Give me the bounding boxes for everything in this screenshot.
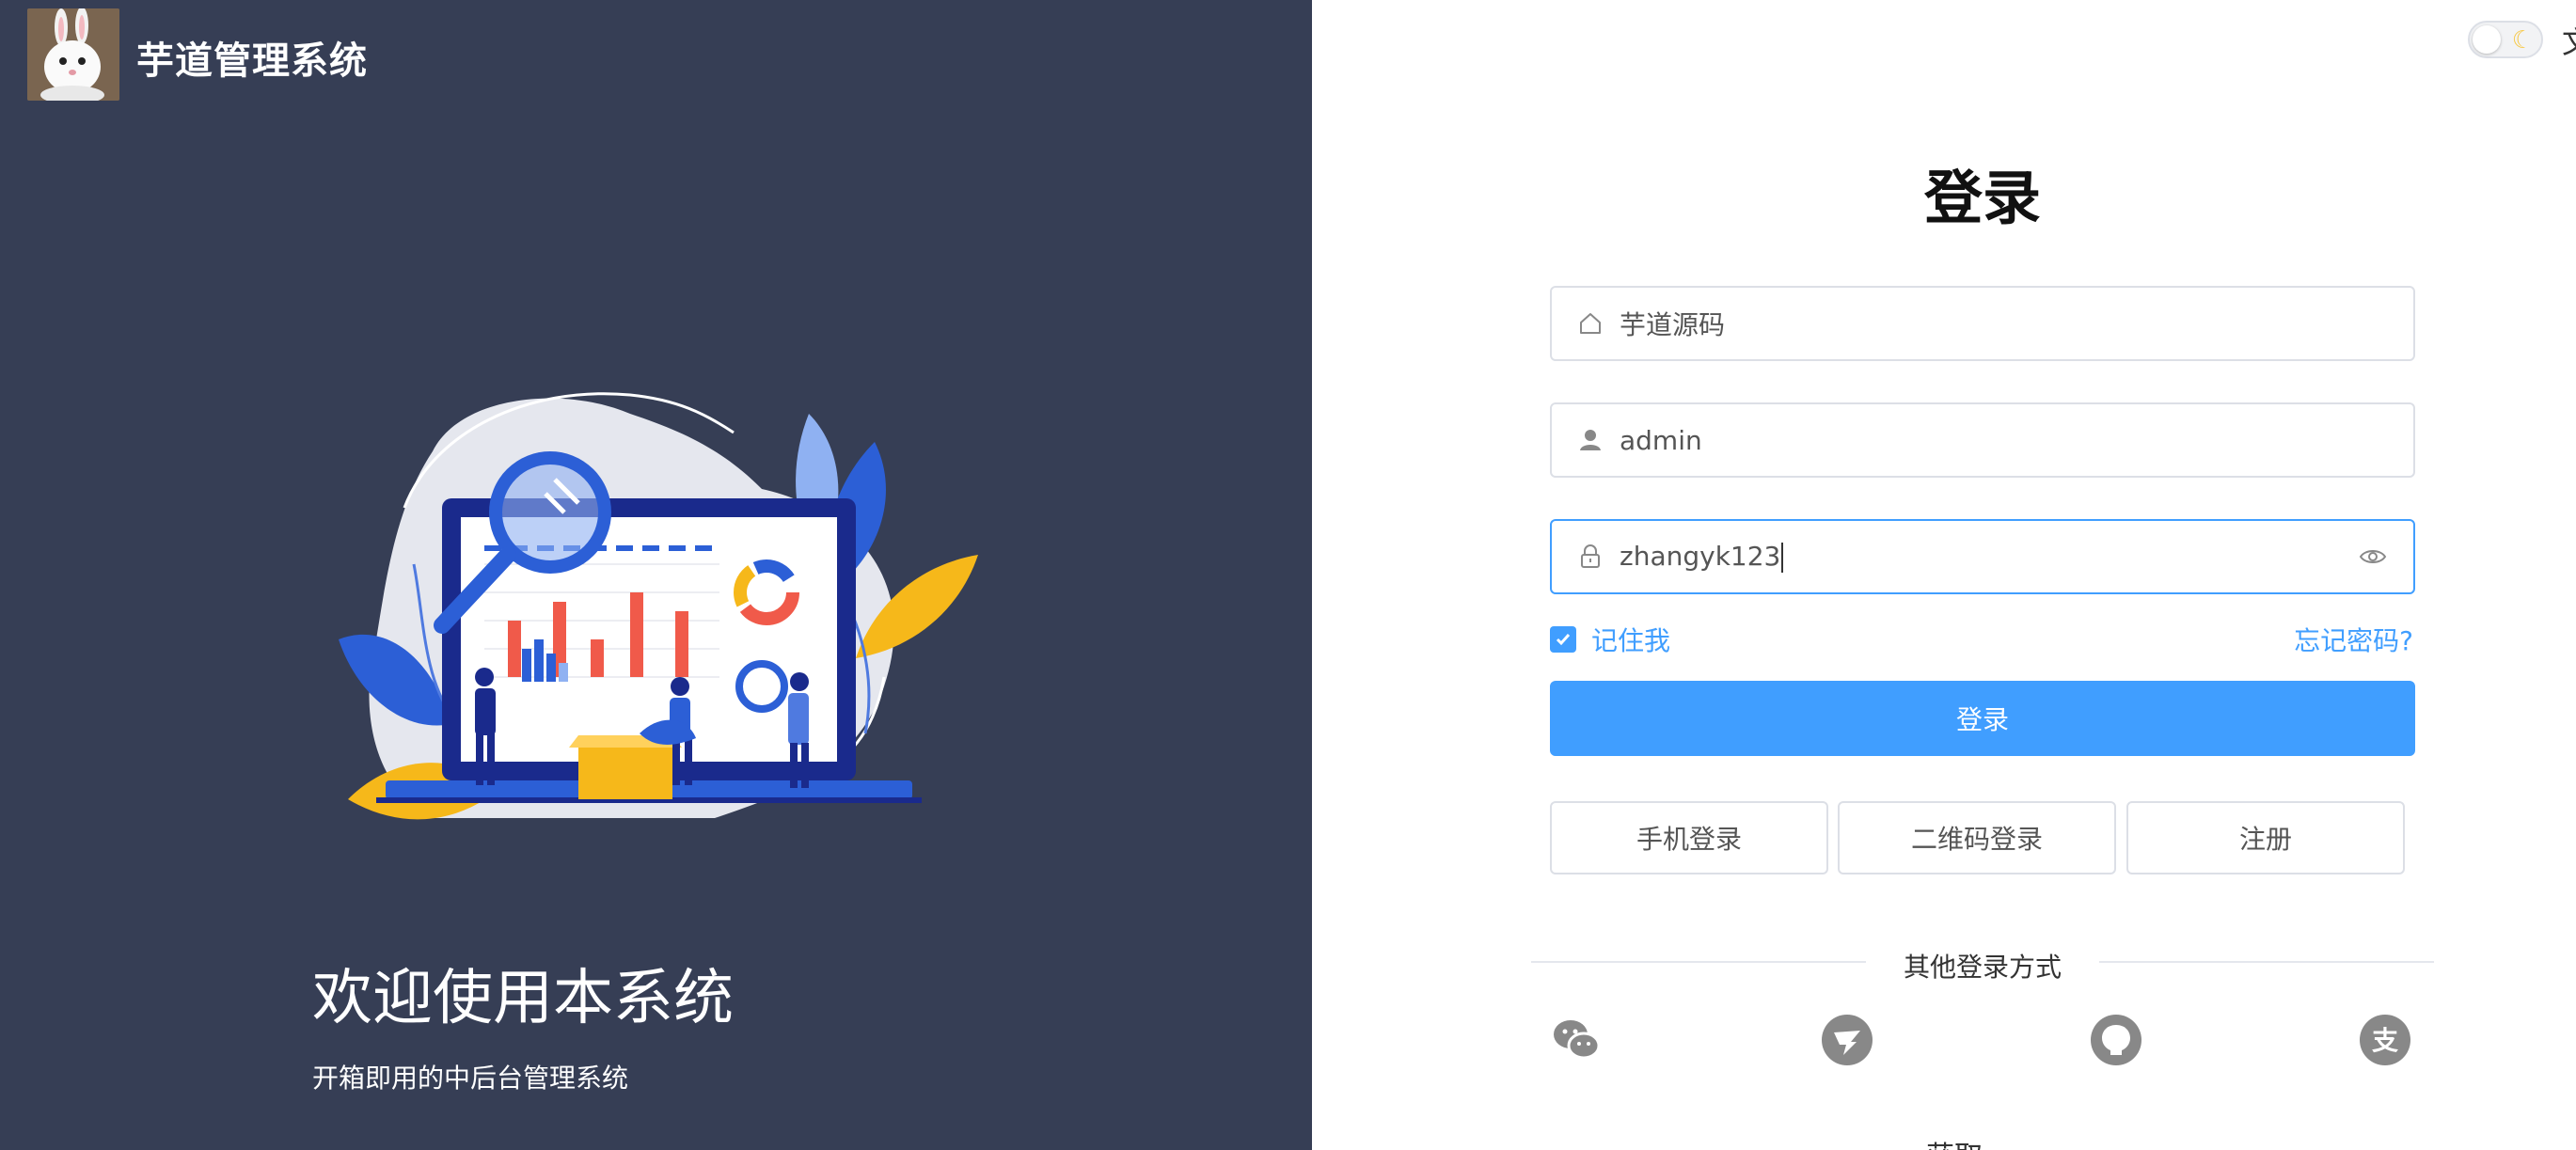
forgot-password-link[interactable]: 忘记密码? bbox=[2294, 621, 2413, 658]
home-icon bbox=[1578, 311, 1603, 336]
language-switch[interactable]: 文 bbox=[2562, 19, 2576, 62]
footer-partial-text: 获取… bbox=[1926, 1133, 2011, 1150]
tenant-input[interactable]: 芋道源码 bbox=[1620, 305, 2413, 342]
login-button[interactable]: 登录 bbox=[1550, 681, 2415, 756]
welcome-subtitle: 开箱即用的中后台管理系统 bbox=[312, 1063, 629, 1094]
tenant-field[interactable]: 芋道源码 bbox=[1550, 286, 2415, 361]
toggle-knob bbox=[2473, 25, 2501, 54]
qrcode-login-button[interactable]: 二维码登录 bbox=[1838, 801, 2116, 874]
password-input[interactable]: zhangyk123 bbox=[1620, 541, 2359, 573]
password-field[interactable]: zhangyk123 bbox=[1550, 519, 2415, 594]
register-button[interactable]: 注册 bbox=[2126, 801, 2405, 874]
moon-icon: ☾ bbox=[2511, 26, 2534, 55]
divider-right bbox=[2099, 961, 2434, 963]
app-logo bbox=[27, 8, 119, 101]
login-title: 登录 bbox=[1923, 164, 2041, 232]
eye-icon[interactable] bbox=[2359, 543, 2387, 571]
welcome-title: 欢迎使用本系统 bbox=[312, 964, 734, 1033]
wechat-icon[interactable] bbox=[1550, 1014, 1603, 1066]
lock-icon bbox=[1578, 544, 1603, 569]
divider-left bbox=[1531, 961, 1866, 963]
password-text: zhangyk123 bbox=[1620, 541, 1781, 572]
username-field[interactable]: admin bbox=[1550, 402, 2415, 478]
phone-login-button[interactable]: 手机登录 bbox=[1550, 801, 1828, 874]
text-caret bbox=[1781, 543, 1784, 573]
dashboard-illustration bbox=[339, 392, 978, 820]
github-icon[interactable] bbox=[2090, 1014, 2142, 1066]
alipay-icon[interactable]: 支 bbox=[2359, 1014, 2411, 1066]
remember-me[interactable]: 记住我 bbox=[1550, 621, 1670, 658]
dingtalk-icon[interactable] bbox=[1821, 1014, 1873, 1066]
other-login-label: 其他登录方式 bbox=[1903, 952, 2062, 983]
svg-text:支: 支 bbox=[2372, 1025, 2398, 1056]
remember-checkbox[interactable] bbox=[1550, 626, 1576, 653]
dark-mode-toggle[interactable]: ☾ bbox=[2468, 21, 2543, 58]
app-title: 芋道管理系统 bbox=[136, 39, 368, 83]
remember-label[interactable]: 记住我 bbox=[1591, 621, 1670, 658]
left-panel: 芋道管理系统 欢迎使用本系统 开箱即用的中后台管理系统 bbox=[0, 0, 1312, 1150]
username-input[interactable]: admin bbox=[1620, 425, 2413, 456]
user-icon bbox=[1578, 428, 1603, 452]
